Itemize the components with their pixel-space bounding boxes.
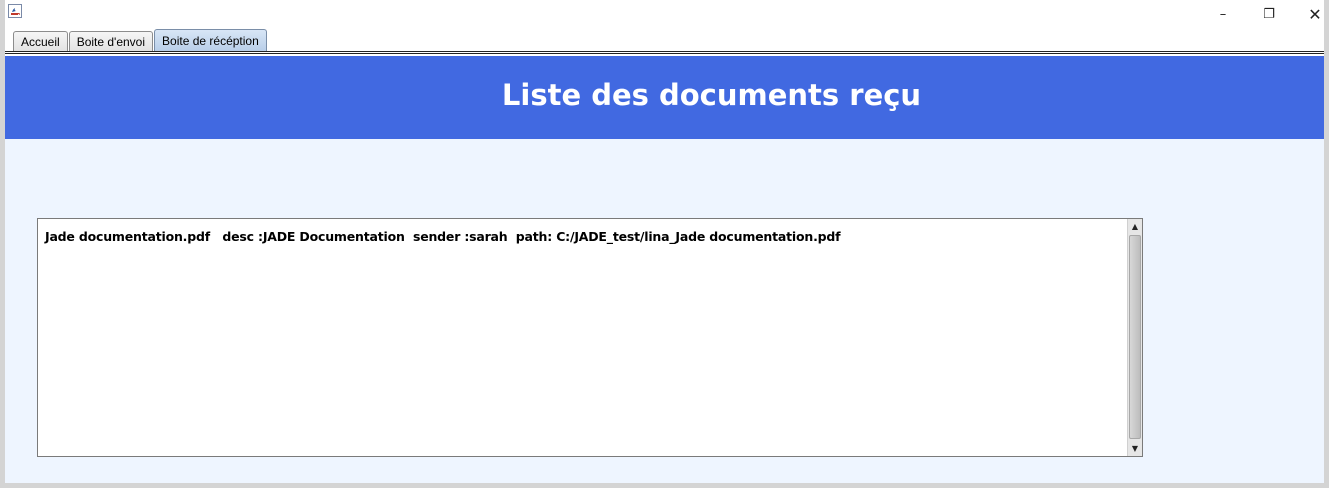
documents-text-area[interactable]: Jade documentation.pdf desc :JADE Docume… (37, 218, 1143, 457)
minimize-icon: – (1219, 6, 1227, 22)
close-icon: ✕ (1308, 4, 1322, 24)
vertical-scrollbar[interactable]: ▲ ▼ (1127, 219, 1142, 456)
page-title: Liste des documents reçu (501, 77, 922, 112)
minimize-button[interactable]: – (1200, 0, 1246, 28)
scroll-up-icon[interactable]: ▲ (1128, 219, 1142, 234)
tab-divider-lower (5, 53, 1324, 54)
title-bar: – ❐ ✕ (5, 0, 1324, 28)
restore-icon: ❐ (1263, 6, 1275, 22)
document-entry: Jade documentation.pdf desc :JADE Docume… (45, 229, 841, 244)
scroll-thumb[interactable] (1129, 235, 1141, 439)
java-coffee-icon[interactable] (8, 3, 22, 18)
tab-boite-envoi[interactable]: Boite d'envoi (68, 31, 154, 52)
header-banner: Liste des documents reçu (5, 56, 1324, 139)
close-button[interactable]: ✕ (1292, 0, 1329, 28)
tab-strip: Accueil Boite d'envoi Boite de récéption (13, 29, 268, 52)
tab-accueil[interactable]: Accueil (13, 31, 68, 52)
scroll-down-icon[interactable]: ▼ (1128, 441, 1142, 456)
tab-divider (5, 51, 1324, 52)
tab-boite-reception[interactable]: Boite de récéption (154, 29, 267, 52)
app-window: – ❐ ✕ Accueil Boite d'envoi Boite de réc… (0, 0, 1329, 488)
restore-button[interactable]: ❐ (1246, 0, 1292, 28)
tab-content-panel: Liste des documents reçu Jade documentat… (5, 56, 1324, 483)
